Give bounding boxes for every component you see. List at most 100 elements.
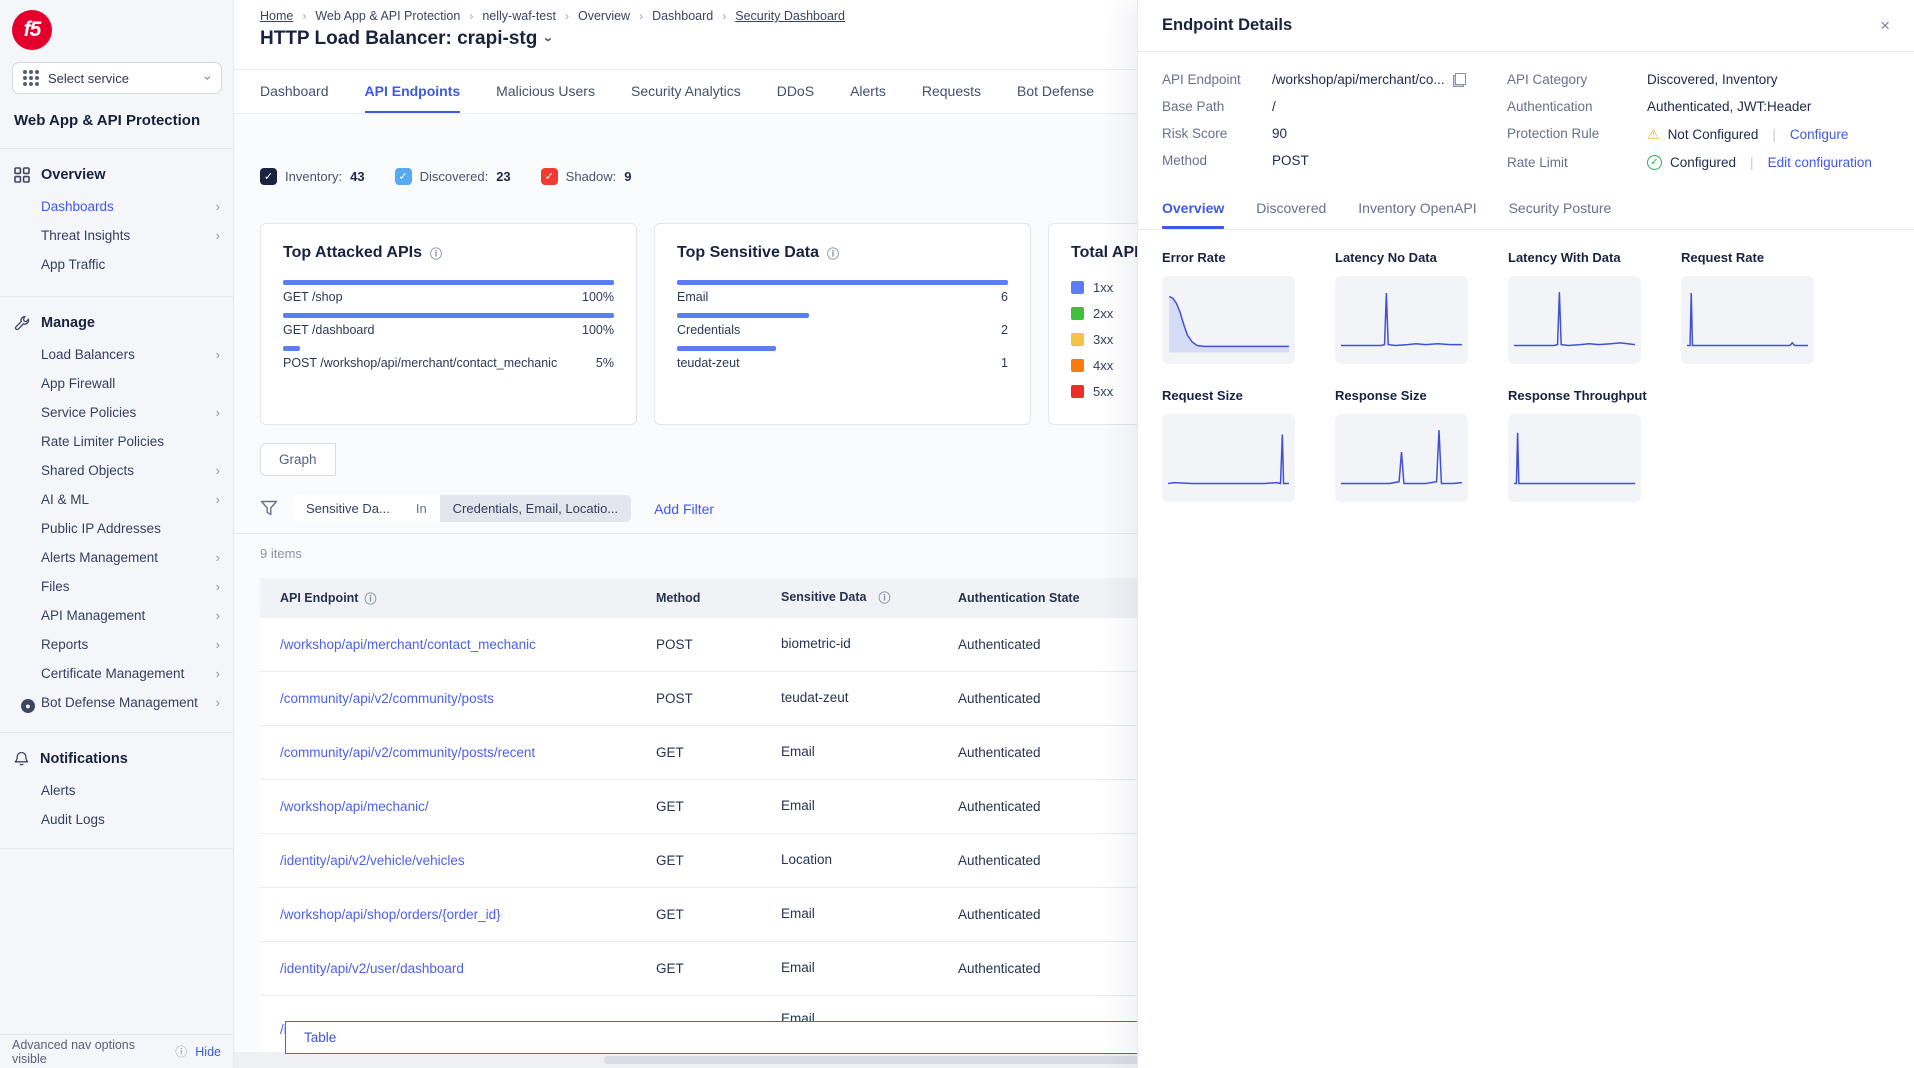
chevron-right-icon: ›	[216, 609, 220, 622]
filter-field[interactable]: Sensitive Da...	[293, 495, 403, 522]
endpoint-link[interactable]: /identity/api/v2/vehicle/vehicles	[280, 853, 650, 868]
sidebar-item-load-balancers[interactable]: Load Balancers›	[0, 340, 233, 369]
filter-value[interactable]: Credentials, Email, Locatio...	[440, 495, 631, 522]
checkbox-discovered[interactable]: ✓ Discovered:23	[395, 168, 511, 185]
filter-bar: Sensitive Da... In Credentials, Email, L…	[260, 494, 714, 523]
endpoint-link[interactable]: /workshop/api/shop/orders/{order_id}	[280, 907, 650, 922]
info-icon[interactable]: ⓘ	[364, 590, 376, 607]
breadcrumb-waap[interactable]: Web App & API Protection	[315, 9, 460, 23]
tab-dashboard[interactable]: Dashboard	[260, 70, 329, 113]
chevron-right-icon: ›	[216, 580, 220, 593]
checkbox-icon: ✓	[260, 168, 277, 185]
sidebar-item-app-firewall[interactable]: App Firewall	[0, 369, 233, 398]
manage-section: Manage Load Balancers› App Firewall Serv…	[0, 306, 233, 720]
checkbox-inventory[interactable]: ✓ Inventory:43	[260, 168, 365, 185]
chevron-right-icon: ›	[216, 348, 220, 361]
sidebar-item-service-policies[interactable]: Service Policies›	[0, 398, 233, 427]
sidebar-item-dashboards[interactable]: Dashboards›	[0, 192, 233, 221]
checkbox-shadow[interactable]: ✓ Shadow:9	[541, 168, 632, 185]
sidebar-item-app-traffic[interactable]: App Traffic	[0, 250, 233, 279]
advanced-nav-text: Advanced nav options visible	[12, 1038, 167, 1066]
sensitive-data-row: Email6	[677, 280, 1008, 304]
chevron-right-icon: ›	[216, 638, 220, 651]
manage-section-header[interactable]: Manage	[0, 306, 233, 340]
tab-alerts[interactable]: Alerts	[850, 70, 886, 113]
sidebar-item-rate-limiter-policies[interactable]: Rate Limiter Policies	[0, 427, 233, 456]
warning-icon: ⚠	[1647, 126, 1660, 143]
sidebar-item-threat-insights[interactable]: Threat Insights›	[0, 221, 233, 250]
top-sensitive-data-card: Top Sensitive Dataⓘ Email6 Credentials2 …	[654, 223, 1031, 425]
filter-chip[interactable]: Sensitive Da... In Credentials, Email, L…	[292, 494, 632, 523]
tab-requests[interactable]: Requests	[922, 70, 981, 113]
chevron-right-icon: ›	[469, 9, 473, 23]
breadcrumb-home[interactable]: Home	[260, 9, 293, 23]
chevron-right-icon: ›	[639, 9, 643, 23]
panel-tab-security-posture[interactable]: Security Posture	[1509, 192, 1612, 229]
sidebar-item-alerts[interactable]: Alerts	[0, 776, 233, 805]
endpoint-link[interactable]: /community/api/v2/community/posts/recent	[280, 745, 650, 760]
info-icon: ⓘ	[175, 1043, 187, 1060]
breadcrumb-overview[interactable]: Overview	[578, 9, 630, 23]
sidebar-item-shared-objects[interactable]: Shared Objects›	[0, 456, 233, 485]
chevron-right-icon: ›	[216, 667, 220, 680]
filter-funnel-icon[interactable]	[260, 500, 278, 517]
endpoint-link[interactable]: /community/api/v2/community/posts	[280, 691, 650, 706]
sidebar-item-reports[interactable]: Reports›	[0, 630, 233, 659]
tab-api-endpoints[interactable]: API Endpoints	[365, 70, 461, 113]
chevron-right-icon: ›	[565, 9, 569, 23]
check-circle-icon: ✓	[1647, 155, 1662, 170]
tab-security-analytics[interactable]: Security Analytics	[631, 70, 741, 113]
edit-configuration-link[interactable]: Edit configuration	[1768, 155, 1872, 170]
latency-no-data-chart: Latency No Data	[1335, 250, 1508, 364]
breadcrumb-dashboard[interactable]: Dashboard	[652, 9, 713, 23]
sidebar-item-api-management[interactable]: API Management›	[0, 601, 233, 630]
panel-tab-overview[interactable]: Overview	[1162, 192, 1224, 229]
panel-tab-discovered[interactable]: Discovered	[1256, 192, 1326, 229]
notifications-section-header[interactable]: Notifications	[0, 742, 233, 776]
chevron-right-icon: ›	[722, 9, 726, 23]
chevron-down-icon: ›	[202, 76, 216, 81]
tab-ddos[interactable]: DDoS	[777, 70, 814, 113]
close-icon[interactable]: ×	[1880, 16, 1890, 36]
info-icon[interactable]: ⓘ	[430, 245, 442, 262]
graph-view-button[interactable]: Graph	[260, 443, 336, 476]
configure-link[interactable]: Configure	[1790, 127, 1849, 142]
sidebar-item-files[interactable]: Files›	[0, 572, 233, 601]
chevron-right-icon: ›	[216, 406, 220, 419]
chevron-down-icon[interactable]: ›	[541, 37, 556, 42]
overview-section-header[interactable]: Overview	[0, 158, 233, 192]
hide-link[interactable]: Hide	[195, 1045, 221, 1059]
response-throughput-chart: Response Throughput	[1508, 388, 1681, 502]
tab-bot-defense[interactable]: Bot Defense	[1017, 70, 1094, 113]
filter-operator[interactable]: In	[403, 495, 440, 522]
sidebar-item-alerts-management[interactable]: Alerts Management›	[0, 543, 233, 572]
sidebar-item-bot-defense-management[interactable]: ●Bot Defense Management›	[0, 688, 233, 720]
sidebar-item-public-ip-addresses[interactable]: Public IP Addresses	[0, 514, 233, 543]
tab-malicious-users[interactable]: Malicious Users	[496, 70, 595, 113]
attacked-api-row: GET /dashboard100%	[283, 313, 614, 337]
top-attacked-apis-card: Top Attacked APIsⓘ GET /shop100% GET /da…	[260, 223, 637, 425]
sidebar-item-audit-logs[interactable]: Audit Logs	[0, 805, 233, 834]
copy-icon[interactable]	[1453, 73, 1466, 87]
endpoint-link[interactable]: /workshop/api/merchant/contact_mechanic	[280, 637, 650, 652]
chevron-right-icon: ›	[216, 551, 220, 564]
sidebar-item-ai-ml[interactable]: AI & ML›	[0, 485, 233, 514]
breadcrumb-namespace[interactable]: nelly-waf-test	[482, 9, 556, 23]
info-icon[interactable]: ⓘ	[878, 589, 890, 608]
chevron-right-icon: ›	[216, 229, 220, 242]
legend-swatch-3xx	[1071, 333, 1084, 346]
sidebar-item-certificate-management[interactable]: Certificate Management›	[0, 659, 233, 688]
endpoint-link[interactable]: /identity/api/v2/user/dashboard	[280, 961, 650, 976]
f5-logo-icon[interactable]: f5	[12, 10, 52, 50]
panel-tab-inventory-openapi[interactable]: Inventory OpenAPI	[1358, 192, 1476, 229]
select-service-dropdown[interactable]: Select service ›	[12, 62, 222, 94]
info-icon[interactable]: ⓘ	[827, 245, 839, 262]
legend-swatch-2xx	[1071, 307, 1084, 320]
app-root: f5 Select service › Web App & API Protec…	[0, 0, 1914, 1068]
endpoint-link[interactable]: /workshop/api/mechanic/	[280, 799, 650, 814]
sensitive-data-row: Credentials2	[677, 313, 1008, 337]
chevron-right-icon: ›	[216, 696, 220, 709]
breadcrumb-security-dashboard[interactable]: Security Dashboard	[735, 9, 845, 23]
add-filter-button[interactable]: Add Filter	[654, 501, 714, 517]
product-title: Web App & API Protection	[14, 112, 200, 129]
